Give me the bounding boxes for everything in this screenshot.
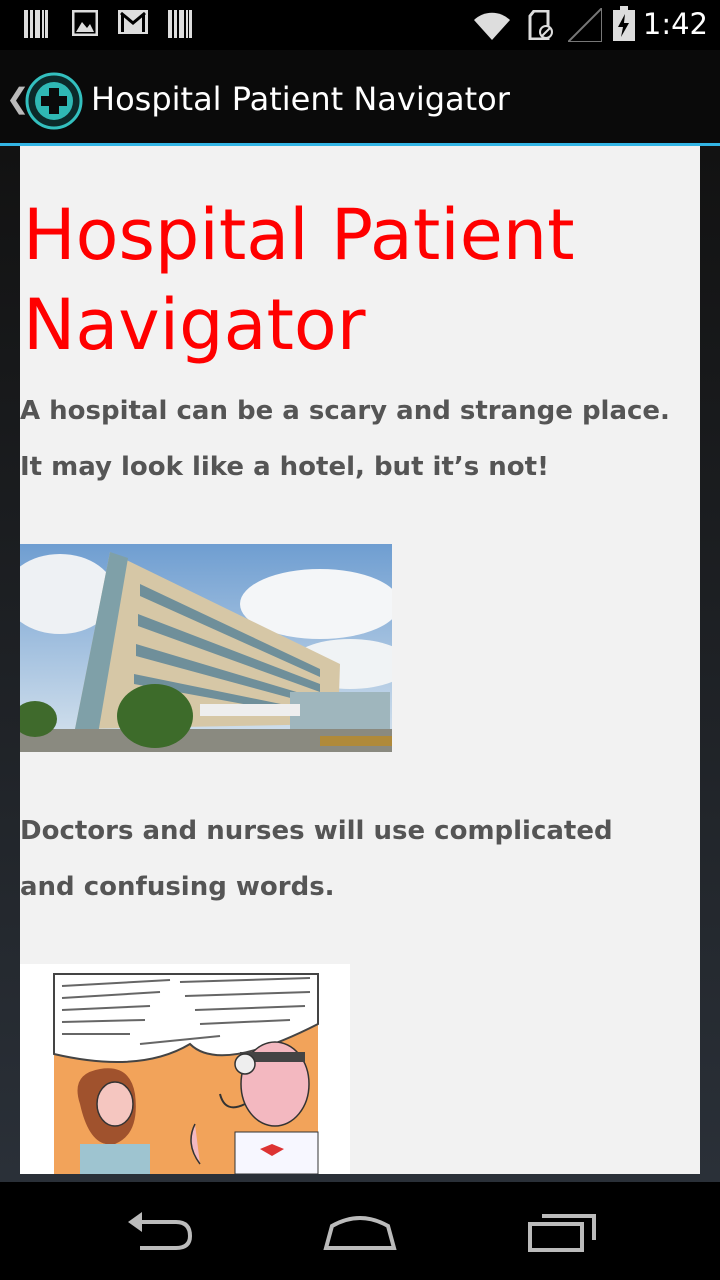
home-icon[interactable] (322, 1212, 398, 1252)
doctor-patient-cartoon (20, 964, 350, 1174)
doctors-paragraph: Doctors and nurses will use complicated … (20, 816, 613, 902)
recent-apps-icon[interactable] (526, 1212, 598, 1252)
battery-icon (613, 6, 635, 41)
sd-card-icon (528, 10, 553, 40)
navigation-bar (0, 1182, 720, 1280)
app-title: Hospital Patient Navigator (91, 80, 510, 118)
barcode-icon (168, 10, 192, 38)
barcode-icon (24, 10, 48, 38)
status-bar: 1:42 (0, 0, 720, 50)
action-bar: ❮ Hospital Patient Navigator (0, 50, 720, 144)
app-icon[interactable] (25, 72, 83, 130)
back-icon[interactable] (126, 1212, 194, 1252)
clock: 1:42 (642, 7, 708, 41)
gmail-icon (118, 10, 148, 34)
wifi-icon (474, 12, 510, 40)
image-icon (72, 10, 98, 36)
intro-paragraph: A hospital can be a scary and strange pl… (20, 396, 670, 482)
webview-content[interactable]: Hospital Patient Navigator A hospital ca… (20, 146, 700, 1174)
hospital-building-photo (20, 544, 392, 752)
page-title: Hospital Patient Navigator (23, 194, 575, 366)
signal-icon (568, 8, 602, 42)
